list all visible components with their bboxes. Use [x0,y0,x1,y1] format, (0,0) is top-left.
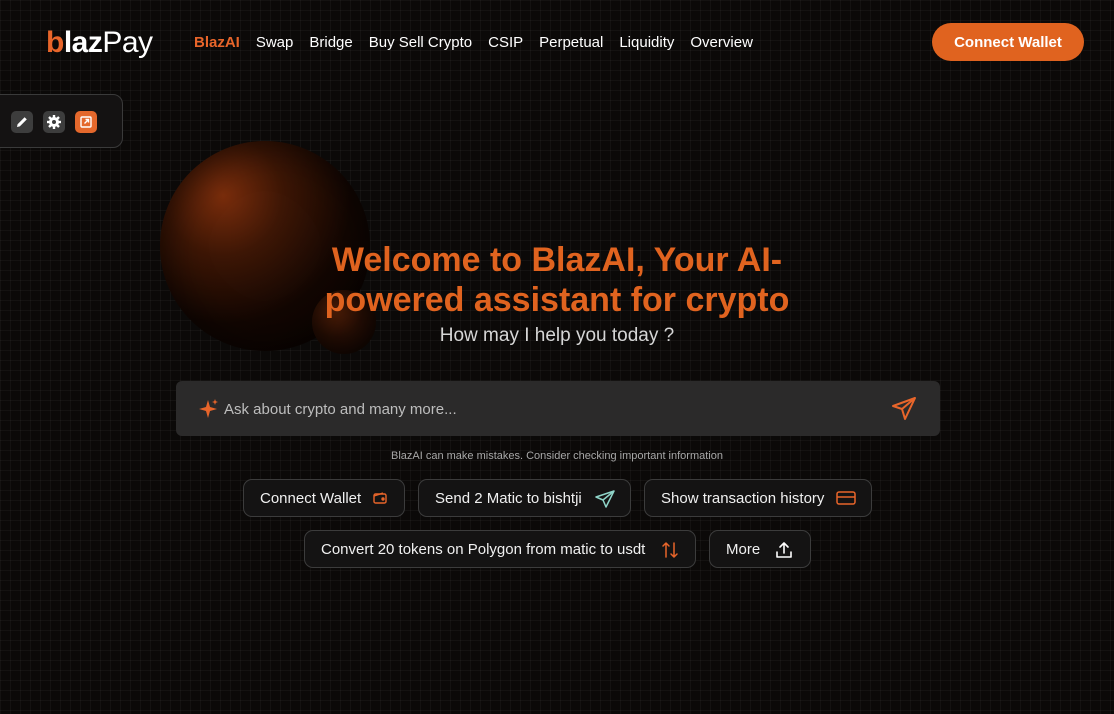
suggestion-label: Send 2 Matic to bishtji [435,489,582,507]
nav-item-overview[interactable]: Overview [690,33,753,53]
suggestion-connect-wallet[interactable]: Connect Wallet [243,479,405,517]
hero-subtitle: How may I help you today ? [439,325,675,346]
nav-item-buy-sell-crypto[interactable]: Buy Sell Crypto [369,33,472,53]
suggestion-label: More [726,540,761,558]
suggestion-label: Connect Wallet [260,489,362,507]
pencil-icon[interactable] [11,111,33,133]
disclaimer-text: BlazAI can make mistakes. Consider check… [391,450,723,462]
nav-item-blazai[interactable]: BlazAI [194,33,240,53]
card-icon [836,490,856,510]
suggestion-label: Show transaction history [661,489,825,507]
connect-wallet-button[interactable]: Connect Wallet [932,23,1084,61]
nav-item-csip[interactable]: CSIP [488,33,523,53]
gear-icon[interactable] [43,111,65,133]
upload-icon [775,541,793,563]
send-icon [595,490,615,512]
external-link-icon[interactable] [75,111,97,133]
chat-input[interactable] [224,395,864,423]
blazpay-logo[interactable]: blazPay [46,26,153,60]
nav-item-bridge[interactable]: Bridge [309,33,352,53]
logo-letter-b: b [46,26,64,59]
suggestion-label: Convert 20 tokens on Polygon from matic … [321,540,646,558]
swap-arrows-icon [661,541,679,563]
suggestion-send-matic[interactable]: Send 2 Matic to bishtji [418,479,631,517]
nav-item-perpetual[interactable]: Perpetual [539,33,603,53]
floating-tool-panel [0,94,123,148]
send-icon[interactable] [890,396,918,422]
wallet-icon [372,490,388,510]
logo-laz: laz [63,26,103,59]
top-navigation-bar: blazPay BlazAI Swap Bridge Buy Sell Cryp… [0,0,1114,86]
nav-item-liquidity[interactable]: Liquidity [619,33,674,53]
logo-pay: Pay [102,26,153,59]
suggestion-transaction-history[interactable]: Show transaction history [644,479,872,517]
main-nav: BlazAI Swap Bridge Buy Sell Crypto CSIP … [194,33,753,53]
sparkle-icon [198,398,220,425]
nav-item-swap[interactable]: Swap [256,33,294,53]
chat-input-box [176,381,940,436]
suggestion-more[interactable]: More [709,530,811,568]
suggestion-convert-tokens[interactable]: Convert 20 tokens on Polygon from matic … [304,530,696,568]
hero-title: Welcome to BlazAI, Your AI-powered assis… [324,241,790,319]
